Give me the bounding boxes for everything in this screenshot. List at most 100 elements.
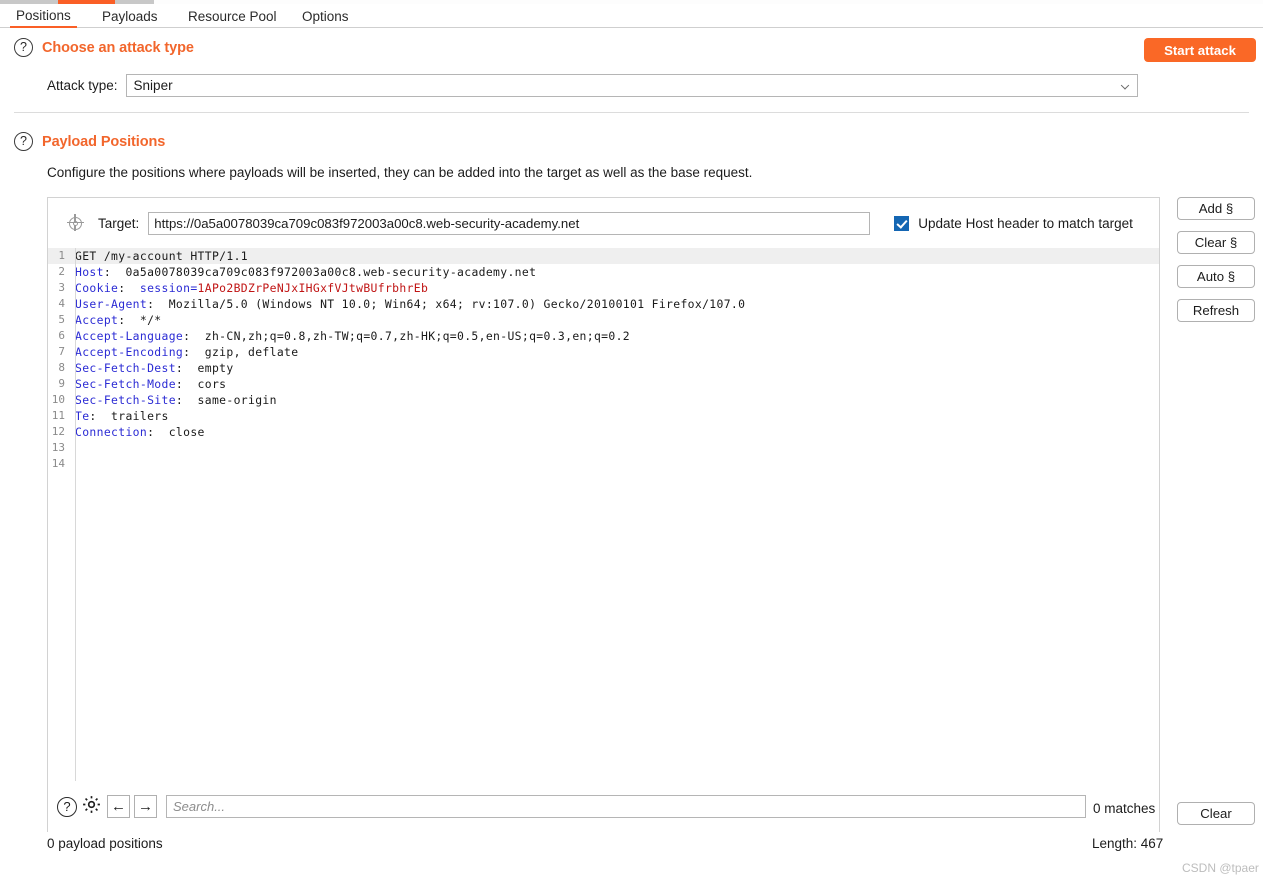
add-section-label: Add § — [1198, 201, 1234, 216]
line-number: 1 — [58, 249, 65, 262]
request-line: 4 User-Agent: Mozilla/5.0 (Windows NT 10.… — [48, 296, 1159, 312]
line-number: 12 — [51, 425, 65, 438]
help-icon-glyph: ? — [20, 134, 27, 149]
request-line: 9 Sec-Fetch-Mode: cors — [48, 376, 1159, 392]
payload-positions-section-header: ? Payload Positions — [14, 132, 165, 151]
line-number: 14 — [51, 457, 65, 470]
arrow-left-icon: ← — [111, 798, 126, 815]
arrow-right-icon: → — [138, 798, 153, 815]
line-number: 8 — [58, 361, 65, 374]
request-line: 12 Connection: close — [48, 424, 1159, 440]
request-line-text: Accept-Language: zh-CN,zh;q=0.8,zh-TW;q=… — [75, 329, 631, 343]
payload-positions-description: Configure the positions where payloads w… — [47, 165, 753, 180]
header-name: Host — [75, 265, 104, 279]
header-name: Accept-Encoding — [75, 345, 184, 359]
request-line: 2 Host: 0a5a0078039ca709c083f972003a00c8.… — [48, 264, 1159, 280]
target-label: Target: — [98, 215, 140, 231]
intruder-window: Positions Payloads Resource Pool Options… — [0, 0, 1263, 883]
line-number: 13 — [51, 441, 65, 454]
match-count: 0 matches — [1093, 801, 1156, 816]
tab-options[interactable]: Options — [296, 4, 355, 28]
start-attack-button[interactable]: Start attack — [1144, 38, 1256, 62]
request-line-text: Cookie: session=1APo2BDZrPeNJxIHGxfVJtwB… — [75, 281, 429, 295]
help-icon[interactable]: ? — [14, 38, 33, 57]
request-line-text: Sec-Fetch-Mode: cors — [75, 377, 227, 391]
header-name: Sec-Fetch-Dest — [75, 361, 176, 375]
payload-positions-title: Payload Positions — [42, 133, 166, 150]
search-prev-button[interactable]: ← — [107, 795, 130, 818]
cookie-name: session= — [139, 281, 198, 295]
chevron-down-icon — [1120, 80, 1129, 90]
clear-section-label: Clear § — [1194, 235, 1238, 250]
request-line-text: Connection: close — [75, 425, 205, 439]
header-name: Accept — [75, 313, 119, 327]
add-section-button[interactable]: Add § — [1177, 197, 1255, 220]
tab-resource-pool-label: Resource Pool — [188, 8, 277, 24]
request-line: 14 — [48, 456, 1159, 472]
payload-position-count: 0 payload positions — [47, 836, 163, 851]
help-icon-glyph: ? — [63, 799, 71, 814]
line-number: 6 — [58, 329, 65, 342]
header-name: User-Agent — [75, 297, 148, 311]
header-name: Sec-Fetch-Site — [75, 393, 176, 407]
request-line-text: Accept-Encoding: gzip, deflate — [75, 345, 299, 359]
search-next-button[interactable]: → — [134, 795, 157, 818]
clear-search-label: Clear — [1200, 806, 1232, 821]
header-name: Accept-Language — [75, 329, 184, 343]
header-name: Sec-Fetch-Mode — [75, 377, 176, 391]
request-editor[interactable]: 1 GET /my-account HTTP/1.1 2 Host: 0a5a0078… — [48, 248, 1159, 781]
request-line: 1 GET /my-account HTTP/1.1 — [48, 248, 1159, 264]
attack-type-section-header: ? Choose an attack type — [14, 38, 194, 57]
tab-payloads[interactable]: Payloads — [96, 4, 164, 28]
attack-type-select[interactable]: Sniper — [125, 74, 1138, 97]
request-line-text: User-Agent: Mozilla/5.0 (Windows NT 10.0… — [75, 297, 746, 311]
request-line: 10 Sec-Fetch-Site: same-origin — [48, 392, 1159, 408]
request-line-text: Accept: */* — [75, 313, 162, 327]
crosshair-icon — [66, 214, 84, 231]
auto-section-label: Auto § — [1196, 269, 1236, 284]
search-input[interactable] — [166, 795, 1086, 818]
request-line-text: Host: 0a5a0078039ca709c083f972003a00c8.w… — [75, 265, 537, 279]
request-line-text: Te: trailers — [75, 409, 169, 423]
target-bar: Target: Update Host header to match targ… — [48, 198, 1159, 248]
start-attack-label: Start attack — [1164, 42, 1236, 58]
line-number: 3 — [58, 281, 65, 294]
attack-type-title: Choose an attack type — [42, 39, 194, 56]
length-status: Length: 467 — [1092, 836, 1164, 851]
line-number: 4 — [58, 297, 65, 310]
clear-search-button[interactable]: Clear — [1177, 802, 1255, 825]
request-line: 5 Accept: */* — [48, 312, 1159, 328]
gear-icon[interactable] — [81, 794, 102, 820]
line-number: 2 — [58, 265, 65, 278]
request-line-text: GET /my-account HTTP/1.1 — [75, 249, 248, 263]
clear-section-button[interactable]: Clear § — [1177, 231, 1255, 254]
line-number: 7 — [58, 345, 65, 358]
header-name: Te — [75, 409, 90, 423]
header-name: Cookie — [75, 281, 119, 295]
target-input[interactable] — [148, 211, 871, 235]
request-line: 7 Accept-Encoding: gzip, deflate — [48, 344, 1159, 360]
refresh-button[interactable]: Refresh — [1177, 299, 1255, 322]
line-number: 9 — [58, 377, 65, 390]
watermark: CSDN @tpaer — [1182, 861, 1259, 875]
auto-section-button[interactable]: Auto § — [1177, 265, 1255, 288]
request-line: 6 Accept-Language: zh-CN,zh;q=0.8,zh-TW;q… — [48, 328, 1159, 344]
request-line: 13 — [48, 440, 1159, 456]
gutter-separator — [75, 248, 76, 781]
help-icon[interactable]: ? — [14, 132, 33, 151]
line-number: 10 — [51, 393, 65, 406]
header-name: Connection — [75, 425, 148, 439]
help-icon[interactable]: ? — [57, 796, 77, 817]
update-host-checkbox-row[interactable]: Update Host header to match target — [894, 215, 1133, 231]
attack-type-value: Sniper — [133, 78, 173, 93]
tab-positions[interactable]: Positions — [10, 4, 77, 28]
request-line: 11 Te: trailers — [48, 408, 1159, 424]
help-icon-glyph: ? — [20, 40, 27, 55]
line-number: 5 — [58, 313, 65, 326]
section-divider — [14, 112, 1249, 113]
attack-type-row: Attack type: Sniper — [47, 74, 1138, 97]
line-number: 11 — [51, 409, 65, 422]
update-host-checkbox[interactable] — [894, 215, 910, 231]
tab-positions-label: Positions — [16, 7, 71, 23]
tab-resource-pool[interactable]: Resource Pool — [182, 4, 283, 28]
